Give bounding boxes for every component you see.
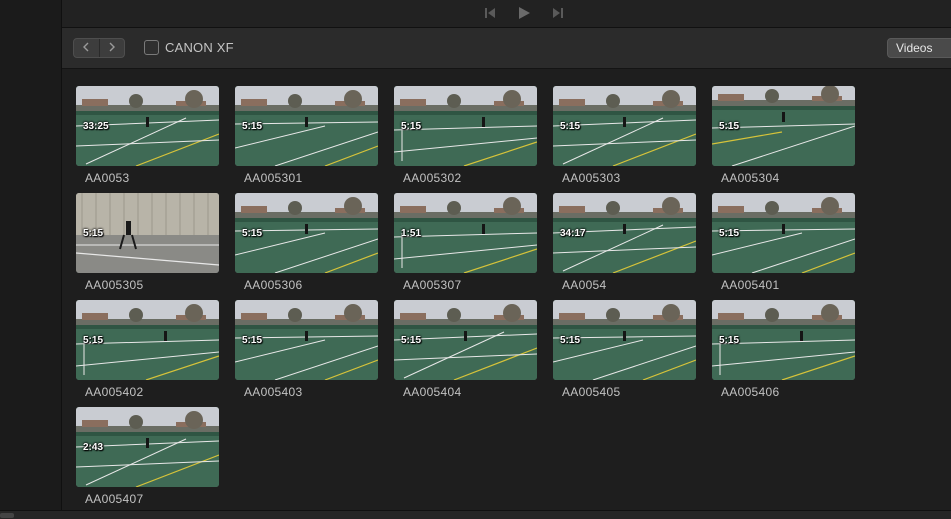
clip-thumbnail[interactable]: 5:15: [76, 300, 219, 380]
clip-name: AA005304: [721, 171, 780, 185]
clip-item[interactable]: 5:15 AA005301: [235, 86, 378, 186]
clip-item[interactable]: 5:15 AA005302: [394, 86, 537, 186]
clip-duration: 5:15: [242, 335, 263, 346]
clip-duration: 33:25: [83, 121, 109, 132]
clip-name: AA0054: [562, 278, 607, 292]
camera-checkbox[interactable]: [144, 40, 159, 55]
clip-name: AA005401: [721, 278, 780, 292]
browser-toolbar: CANON XF Videos: [62, 28, 951, 69]
clip-item[interactable]: 5:15 AA005404: [394, 300, 537, 400]
left-sidebar: [0, 0, 62, 518]
clip-duration: 1:51: [401, 228, 422, 239]
camera-label[interactable]: CANON XF: [165, 40, 234, 55]
clip-thumbnail[interactable]: 5:15: [394, 86, 537, 166]
clip-thumbnail[interactable]: 5:15: [235, 300, 378, 380]
clip-duration: 5:15: [83, 335, 104, 346]
clip-item[interactable]: 33:25 AA0053: [76, 86, 219, 186]
skip-forward-icon[interactable]: [550, 5, 566, 21]
clip-item[interactable]: 5:15 AA005305: [76, 193, 219, 293]
clip-duration: 5:15: [401, 335, 422, 346]
clip-thumbnail[interactable]: 5:15: [394, 300, 537, 380]
clip-thumbnail[interactable]: 1:51: [394, 193, 537, 273]
clip-duration: 5:15: [401, 121, 422, 132]
clip-name: AA0053: [85, 171, 130, 185]
clip-duration: 5:15: [83, 228, 104, 239]
videos-filter-button[interactable]: Videos: [887, 38, 951, 58]
clip-thumbnail[interactable]: 5:15: [712, 86, 855, 166]
clip-thumbnail[interactable]: 5:15: [235, 193, 378, 273]
clip-duration: 5:15: [719, 228, 740, 239]
clip-duration: 2:43: [83, 442, 104, 453]
clip-thumbnail[interactable]: 5:15: [712, 193, 855, 273]
clip-item[interactable]: 5:15 AA005405: [553, 300, 696, 400]
clip-thumbnail[interactable]: 5:15: [76, 193, 219, 273]
resize-handle[interactable]: [0, 513, 14, 518]
clip-name: AA005403: [244, 385, 303, 399]
clip-thumbnail[interactable]: 33:25: [76, 86, 219, 166]
clip-item[interactable]: 5:15 AA005304: [712, 86, 855, 186]
clip-duration: 5:15: [560, 121, 581, 132]
back-button[interactable]: [74, 39, 99, 57]
clip-name: AA005303: [562, 171, 621, 185]
clip-item[interactable]: 5:15 AA005406: [712, 300, 855, 400]
clip-name: AA005307: [403, 278, 462, 292]
clip-item[interactable]: 2:43 AA005407: [76, 407, 219, 507]
clip-thumbnail[interactable]: 34:17: [553, 193, 696, 273]
clip-name: AA005402: [85, 385, 144, 399]
clip-item[interactable]: 1:51 AA005307: [394, 193, 537, 293]
clip-duration: 5:15: [242, 121, 263, 132]
clip-name: AA005302: [403, 171, 462, 185]
clip-browser: 33:25 AA0053 5:15 AA005301 5:15 AA005302…: [62, 69, 951, 510]
transport-bar: [62, 0, 951, 28]
chevron-right-icon: [108, 39, 116, 57]
clip-name: AA005305: [85, 278, 144, 292]
clip-name: AA005406: [721, 385, 780, 399]
clip-thumbnail[interactable]: 5:15: [235, 86, 378, 166]
clip-duration: 5:15: [719, 121, 740, 132]
clip-item[interactable]: 5:15 AA005306: [235, 193, 378, 293]
clip-thumbnail[interactable]: 5:15: [553, 86, 696, 166]
history-nav: [73, 38, 125, 58]
clip-item[interactable]: 34:17 AA0054: [553, 193, 696, 293]
clip-duration: 5:15: [560, 335, 581, 346]
chevron-left-icon: [82, 39, 90, 57]
forward-button[interactable]: [98, 39, 125, 57]
clip-item[interactable]: 5:15 AA005403: [235, 300, 378, 400]
clip-duration: 5:15: [719, 335, 740, 346]
clip-item[interactable]: 5:15 AA005402: [76, 300, 219, 400]
clip-item[interactable]: 5:15 AA005303: [553, 86, 696, 186]
clip-name: AA005404: [403, 385, 462, 399]
clip-name: AA005407: [85, 492, 144, 506]
clip-thumbnail[interactable]: 5:15: [712, 300, 855, 380]
skip-back-icon[interactable]: [482, 5, 498, 21]
play-icon[interactable]: [516, 5, 532, 21]
clip-name: AA005301: [244, 171, 303, 185]
clip-thumbnail[interactable]: 5:15: [553, 300, 696, 380]
clip-thumbnail[interactable]: 2:43: [76, 407, 219, 487]
clip-name: AA005405: [562, 385, 621, 399]
clip-duration: 34:17: [560, 228, 586, 239]
clip-duration: 5:15: [242, 228, 263, 239]
clip-item[interactable]: 5:15 AA005401: [712, 193, 855, 293]
clip-name: AA005306: [244, 278, 303, 292]
